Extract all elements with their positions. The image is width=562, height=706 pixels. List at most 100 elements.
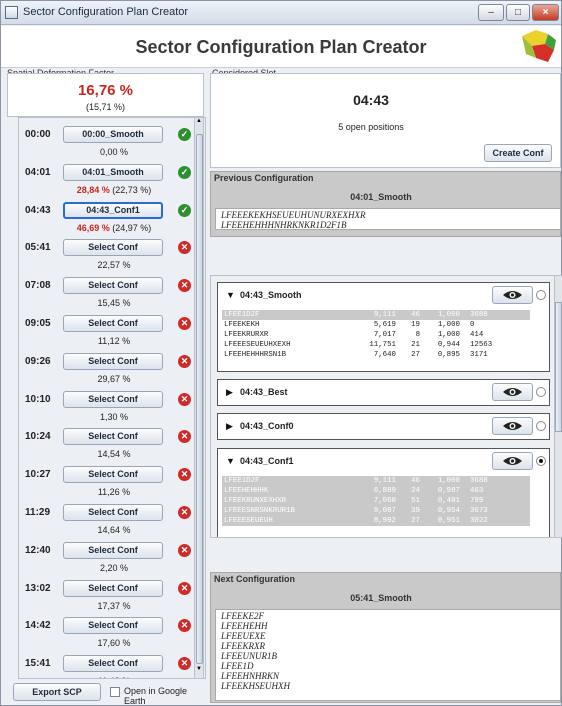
slot-percentage: 14,54 % [67, 449, 161, 459]
expanded-triangle-icon[interactable]: ▼ [226, 456, 235, 466]
slot-percentage: 0,00 % [67, 147, 161, 157]
sdf-panel: 16,76 % (15,71 %) [7, 73, 204, 117]
candidate-card[interactable]: ▼ 04:43_Conf1 LFEE1D2F 9,111 46 1,000 3688 LFEE… [217, 448, 550, 537]
scroll-down-icon[interactable]: ▼ [195, 666, 203, 676]
value-cell: 0,987 [437, 487, 460, 495]
candidate-scrollbar[interactable] [554, 275, 562, 538]
scroll-thumb[interactable] [196, 134, 203, 664]
view-button[interactable] [492, 417, 533, 435]
select-conf-button[interactable]: Select Conf [63, 352, 163, 370]
slot-list[interactable]: 00:00 00:00_Smooth ✓ 0,00 % 04:01 04:01_Smoo… [18, 117, 206, 679]
minimize-button[interactable]: – [478, 4, 504, 21]
select-candidate-radio[interactable] [536, 290, 546, 300]
slot-time: 00:00 [25, 129, 51, 140]
select-conf-button[interactable]: Select Conf [63, 390, 163, 408]
candidate-header[interactable]: ▶ 04:43_Conf0 [218, 414, 549, 438]
view-button[interactable] [492, 452, 533, 470]
considered-time: 04:43 [353, 92, 389, 108]
error-icon: ✕ [178, 430, 191, 444]
sdf-subvalue: (15,71 %) [85, 102, 126, 112]
select-conf-button[interactable]: Select Conf [63, 315, 163, 332]
eye-icon [503, 291, 522, 299]
table-row: LFEEESNRSNKRUR1B 9,087 39 0,954 3673 [222, 506, 530, 516]
slot-pct-value: 46,69 % [76, 222, 110, 233]
slot-percentage: 11,42 % [67, 676, 161, 678]
view-button[interactable] [492, 286, 533, 304]
select-conf-button[interactable]: 04:01_Smooth [63, 163, 163, 181]
value-cell: 3022 [470, 517, 488, 525]
select-conf-button[interactable]: Select Conf [63, 428, 163, 446]
sector-cell: LFEEHEHHHK [224, 487, 269, 495]
slot-percentage: 29,67 % [67, 374, 161, 384]
select-conf-button[interactable]: 04:43_Conf1 [63, 201, 163, 219]
google-earth-checkbox[interactable] [110, 687, 120, 697]
value-cell: 463 [470, 487, 484, 495]
app-icon [5, 6, 18, 19]
previous-config-title: Previous Configuration [214, 173, 314, 183]
create-conf-button[interactable]: Create Conf [484, 144, 552, 162]
slot-time: 15:41 [25, 658, 51, 670]
app-header: Sector Configuration Plan Creator [1, 26, 561, 68]
table-row: LFEEHEHHHRSN1B 7,640 27 0,895 3171 [222, 350, 530, 360]
value-cell: 12563 [470, 341, 493, 349]
select-conf-button[interactable]: Select Conf [63, 466, 163, 484]
slot-time: 11:29 [25, 507, 51, 518]
select-conf-button[interactable]: Select Conf [63, 617, 163, 635]
candidate-card[interactable]: ▼ 04:43_Smooth LFEE1D2F 9,111 46 1,000 3688 LFE… [217, 282, 550, 372]
select-conf-button[interactable]: Select Conf [63, 504, 163, 521]
spacer [210, 238, 561, 274]
select-conf-button[interactable]: Select Conf [63, 579, 163, 597]
slot-row: 10:27 Select Conf ✕ 11,26 % [19, 462, 205, 501]
error-icon: ✕ [178, 657, 191, 671]
value-cell: 8 [415, 331, 420, 339]
export-scp-button[interactable]: Export SCP [13, 683, 101, 701]
select-candidate-radio[interactable] [536, 421, 546, 431]
value-cell: 7,017 [373, 331, 396, 339]
slot-percentage: 1,30 % [67, 412, 161, 422]
title-bar[interactable]: Sector Configuration Plan Creator – □ × [1, 1, 561, 25]
select-candidate-radio[interactable] [536, 387, 546, 397]
open-positions: 5 open positions [338, 122, 404, 132]
sector-cell: LFEEKRURXR [224, 331, 269, 339]
select-conf-button[interactable]: Select Conf [63, 239, 163, 257]
maximize-button[interactable]: □ [506, 4, 530, 21]
slot-pct-value: 0,00 % [99, 147, 129, 157]
select-conf-button[interactable]: Select Conf [63, 541, 163, 559]
expanded-triangle-icon[interactable]: ▼ [226, 290, 235, 300]
select-conf-button[interactable]: Select Conf [63, 655, 163, 673]
value-cell: 6,889 [373, 487, 396, 495]
previous-config-sectors: LFEEEKEKHSEUEUHUNURXEXHXR LFEEHEHHHNHRKN… [215, 208, 561, 230]
candidate-header[interactable]: ▶ 04:43_Best [218, 380, 549, 404]
slot-row: 04:01 04:01_Smooth ✓ 28,84 % (22,73 %) [19, 160, 205, 199]
slot-row: 09:26 Select Conf ✕ 29,67 % [19, 349, 205, 388]
slot-percentage: 17,37 % [67, 601, 161, 611]
candidate-header[interactable]: ▼ 04:43_Conf1 [218, 449, 549, 473]
slot-pct-sub: (22,73 %) [112, 184, 152, 195]
value-cell: 1,000 [437, 311, 460, 319]
scroll-up-icon[interactable]: ▲ [195, 118, 203, 128]
value-cell: 9,111 [373, 311, 396, 319]
select-conf-button[interactable]: Select Conf [63, 277, 163, 295]
next-sector-line: LFEEUNUR1B [221, 651, 277, 661]
sector-table: LFEE1D2F 9,111 46 1,000 3688 LFEEHEHHHK 6,889 2… [222, 476, 530, 526]
close-button[interactable]: × [532, 4, 559, 21]
select-conf-button[interactable]: 00:00_Smooth [63, 126, 163, 143]
select-candidate-radio[interactable] [536, 456, 546, 466]
table-row: LFEEESEUEUHXEXH 11,751 21 0,944 12563 [222, 340, 530, 350]
slot-row: 10:10 Select Conf ✕ 1,30 % [19, 387, 205, 426]
candidate-header[interactable]: ▼ 04:43_Smooth [218, 283, 549, 307]
table-row: LFEEKEKH 5,619 19 1,000 0 [222, 320, 530, 330]
sector-cell: LFEE1D2F [224, 311, 260, 319]
candidate-scroll-thumb[interactable] [555, 302, 562, 432]
candidate-card[interactable]: ▶ 04:43_Conf0 [217, 413, 550, 440]
view-button[interactable] [492, 383, 533, 401]
value-cell: 0,895 [437, 351, 460, 359]
collapsed-triangle-icon[interactable]: ▶ [226, 387, 233, 398]
candidate-config-panel[interactable]: ▼ 04:43_Smooth LFEE1D2F 9,111 46 1,000 3688 LFE… [210, 275, 555, 538]
slot-list-scrollbar[interactable]: ▲ ▼ [194, 117, 204, 679]
value-cell: 51 [411, 497, 420, 505]
slot-pct-value: 2,20 % [99, 562, 129, 573]
collapsed-triangle-icon[interactable]: ▶ [226, 421, 233, 432]
candidate-card[interactable]: ▶ 04:43_Best [217, 379, 550, 406]
table-row: LFEEKRURXR 7,017 8 1,000 414 [222, 330, 530, 340]
